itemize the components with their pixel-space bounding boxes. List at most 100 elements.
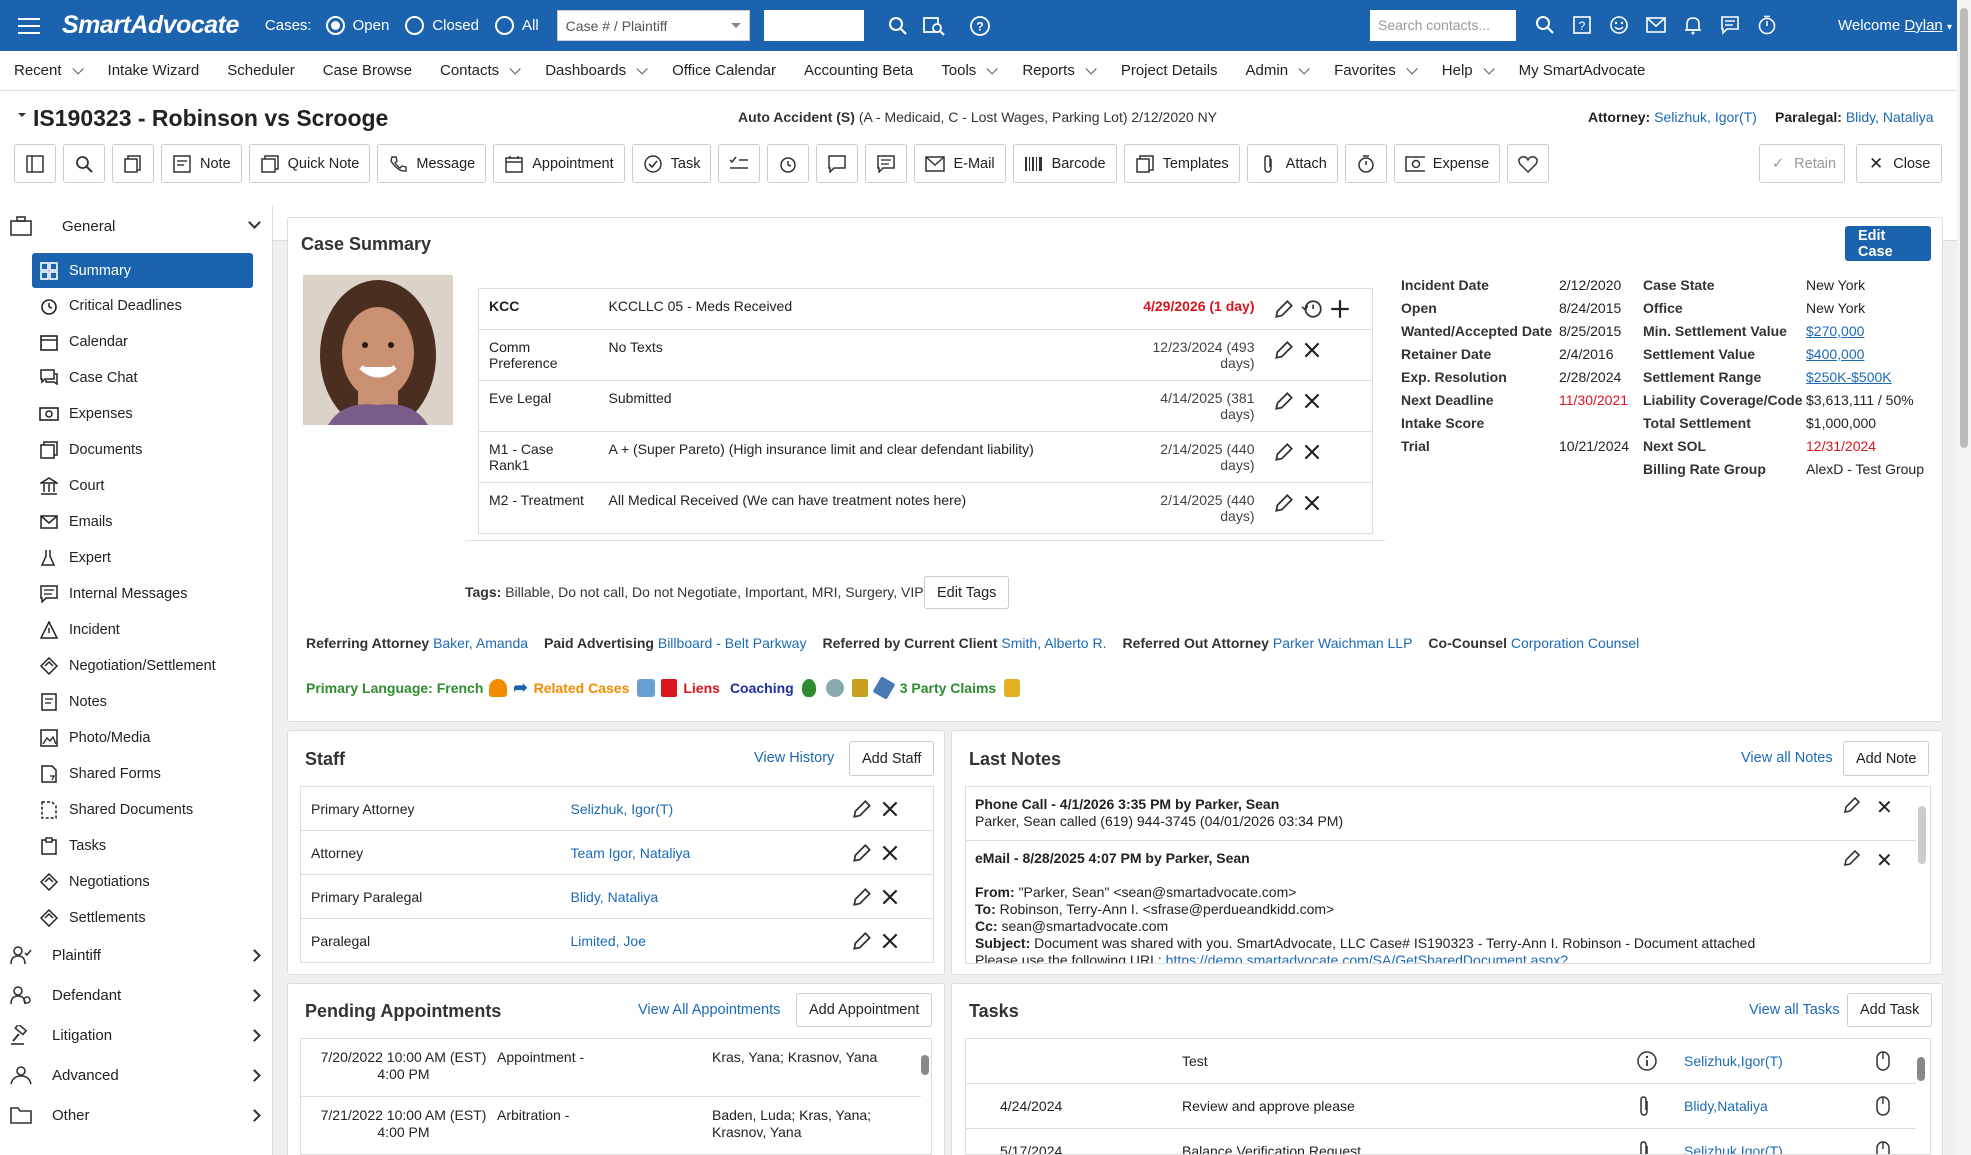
radio-open-label[interactable]: Open xyxy=(353,17,390,34)
menu-office-calendar[interactable]: Office Calendar xyxy=(658,62,776,79)
bell-icon[interactable] xyxy=(1681,13,1705,37)
menu-case-browse[interactable]: Case Browse xyxy=(309,62,412,79)
fact-value[interactable]: $400,000 xyxy=(1806,346,1864,362)
view-all-tasks-link[interactable]: View all Tasks xyxy=(1749,1002,1840,1018)
collapse-icon[interactable] xyxy=(18,113,26,121)
favorite-button[interactable] xyxy=(1507,144,1550,183)
message-button[interactable]: Message xyxy=(377,144,487,183)
edit-pencil-icon[interactable] xyxy=(1273,390,1295,412)
view-history-link[interactable]: View History xyxy=(754,750,834,766)
delete-x-icon[interactable] xyxy=(879,798,901,820)
sidebar-item-notes[interactable]: Notes xyxy=(32,684,253,719)
sidebar-item-incident[interactable]: Incident xyxy=(32,613,253,648)
timer-button[interactable] xyxy=(1344,144,1387,183)
add-note-button[interactable]: Add Note xyxy=(1843,741,1930,776)
attorney-link[interactable]: Selizhuk, Igor(T) xyxy=(1654,109,1757,125)
note-button[interactable]: Note xyxy=(161,144,242,183)
info-icon[interactable] xyxy=(1636,1050,1658,1072)
fact-value[interactable]: $250K-$500K xyxy=(1806,369,1892,385)
templates-button[interactable]: Templates xyxy=(1123,144,1240,183)
menu-my-smartadvocate[interactable]: My SmartAdvocate xyxy=(1505,62,1646,79)
sidebar-group-plaintiff[interactable]: Plaintiff xyxy=(10,944,265,966)
appointment-button[interactable]: Appointment xyxy=(493,144,625,183)
sidebar-group-advanced[interactable]: Advanced xyxy=(10,1064,265,1086)
radio-open[interactable] xyxy=(325,16,345,35)
shared-document-link[interactable]: https://demo.smartadvocate.com/SA/GetSha… xyxy=(1166,952,1568,963)
menu-scheduler[interactable]: Scheduler xyxy=(213,62,295,79)
paperclip-icon[interactable] xyxy=(1636,1095,1652,1117)
sidebar-item-photo-media[interactable]: Photo/Media xyxy=(32,720,253,755)
page-scrollbar-thumb[interactable] xyxy=(1960,8,1968,448)
third-party-claims-link[interactable]: 3 Party Claims xyxy=(900,680,997,696)
app-logo[interactable]: SmartAdvocate xyxy=(62,11,239,40)
sidebar-item-shared-documents[interactable]: Shared Documents xyxy=(32,792,253,827)
retain-button[interactable]: ✓ Retain xyxy=(1759,144,1845,183)
add-staff-button[interactable]: Add Staff xyxy=(849,741,935,776)
barcode-button[interactable]: Barcode xyxy=(1012,144,1117,183)
delete-x-icon[interactable] xyxy=(1301,339,1323,361)
menu-recent[interactable]: Recent xyxy=(0,62,84,79)
tasks-scrollbar[interactable] xyxy=(1917,1057,1925,1081)
group-icon[interactable] xyxy=(825,679,844,697)
staff-member-link[interactable]: Limited, Joe xyxy=(571,933,646,949)
sidebar-item-emails[interactable]: Emails xyxy=(32,505,253,540)
sidebar-item-expenses[interactable]: Expenses xyxy=(32,397,253,432)
referral-link[interactable]: Baker, Amanda xyxy=(433,635,528,651)
advanced-search-icon[interactable] xyxy=(922,14,946,38)
delete-x-icon[interactable] xyxy=(879,842,901,864)
chat-icon[interactable] xyxy=(1718,13,1742,37)
edit-pencil-icon[interactable] xyxy=(1842,795,1862,819)
dollar-icon[interactable] xyxy=(851,679,868,697)
email-button[interactable]: E-Mail xyxy=(914,144,1006,183)
task-row[interactable]: 5/17/2024 Balance Verification Request Sel… xyxy=(966,1129,1916,1155)
menu-favorites[interactable]: Favorites xyxy=(1320,62,1418,79)
liens-icon[interactable] xyxy=(661,679,678,697)
case-number-input[interactable] xyxy=(763,10,864,41)
staff-member-link[interactable]: Selizhuk, Igor(T) xyxy=(571,801,674,817)
mail-icon[interactable] xyxy=(1644,13,1668,37)
menu-dashboards[interactable]: Dashboards xyxy=(531,62,648,79)
sidebar-item-tasks[interactable]: Tasks xyxy=(32,828,253,863)
menu-reports[interactable]: Reports xyxy=(1008,62,1097,79)
task-assignee-link[interactable]: Blidy,Nataliya xyxy=(1684,1098,1768,1114)
case-type-select[interactable]: Case # / Plaintiff xyxy=(556,10,750,41)
contacts-search-input[interactable]: Search contacts... xyxy=(1370,10,1516,41)
appointments-scrollbar[interactable] xyxy=(921,1055,929,1075)
mouse-icon[interactable] xyxy=(1875,1050,1891,1072)
sidebar-group-general[interactable]: General xyxy=(10,215,265,237)
task-button[interactable]: Task xyxy=(631,144,712,183)
referral-link[interactable]: Billboard - Belt Parkway xyxy=(658,635,807,651)
referral-link[interactable]: Parker Waichman LLP xyxy=(1273,635,1413,651)
radio-closed[interactable] xyxy=(405,16,425,35)
attach-button[interactable]: Attach xyxy=(1246,144,1338,183)
documents-button[interactable] xyxy=(112,144,154,183)
sidebar-item-expert[interactable]: Expert xyxy=(32,541,253,576)
menu-contacts[interactable]: Contacts xyxy=(426,62,521,79)
edit-case-button[interactable]: Edit Case xyxy=(1845,226,1931,261)
page-scrollbar[interactable] xyxy=(1957,0,1971,1155)
edit-pencil-icon[interactable] xyxy=(851,798,873,820)
sidebar-group-other[interactable]: Other xyxy=(10,1104,265,1126)
staff-member-link[interactable]: Team Igor, Nataliya xyxy=(571,845,691,861)
search-icon[interactable] xyxy=(1533,13,1557,37)
notes-scrollbar[interactable] xyxy=(1918,806,1926,864)
delete-x-icon[interactable] xyxy=(879,886,901,908)
task-row[interactable]: Test Selizhuk,Igor(T) xyxy=(966,1039,1916,1084)
radio-closed-label[interactable]: Closed xyxy=(432,17,479,34)
sidebar-item-calendar[interactable]: Calendar xyxy=(32,325,253,360)
sidebar-item-court[interactable]: Court xyxy=(32,469,253,504)
appointment-row[interactable]: 7/20/2022 10:00 AM (EST) 4:00 PM Appointme… xyxy=(301,1039,921,1097)
warning-person-icon[interactable] xyxy=(489,679,508,697)
fact-value[interactable]: $270,000 xyxy=(1806,323,1864,339)
referral-link[interactable]: Corporation Counsel xyxy=(1511,635,1639,651)
help-circle-icon[interactable]: ? xyxy=(968,14,992,38)
chat-button[interactable] xyxy=(816,144,859,183)
radio-all-label[interactable]: All xyxy=(522,17,539,34)
edit-pencil-icon[interactable] xyxy=(1273,441,1295,463)
add-appointment-button[interactable]: Add Appointment xyxy=(796,993,933,1027)
mouse-icon[interactable] xyxy=(1875,1140,1891,1155)
view-all-appointments-link[interactable]: View All Appointments xyxy=(638,1002,780,1018)
menu-tools[interactable]: Tools xyxy=(927,62,999,79)
add-task-button[interactable]: Add Task xyxy=(1847,993,1933,1027)
coaching-link[interactable]: Coaching xyxy=(730,680,794,696)
